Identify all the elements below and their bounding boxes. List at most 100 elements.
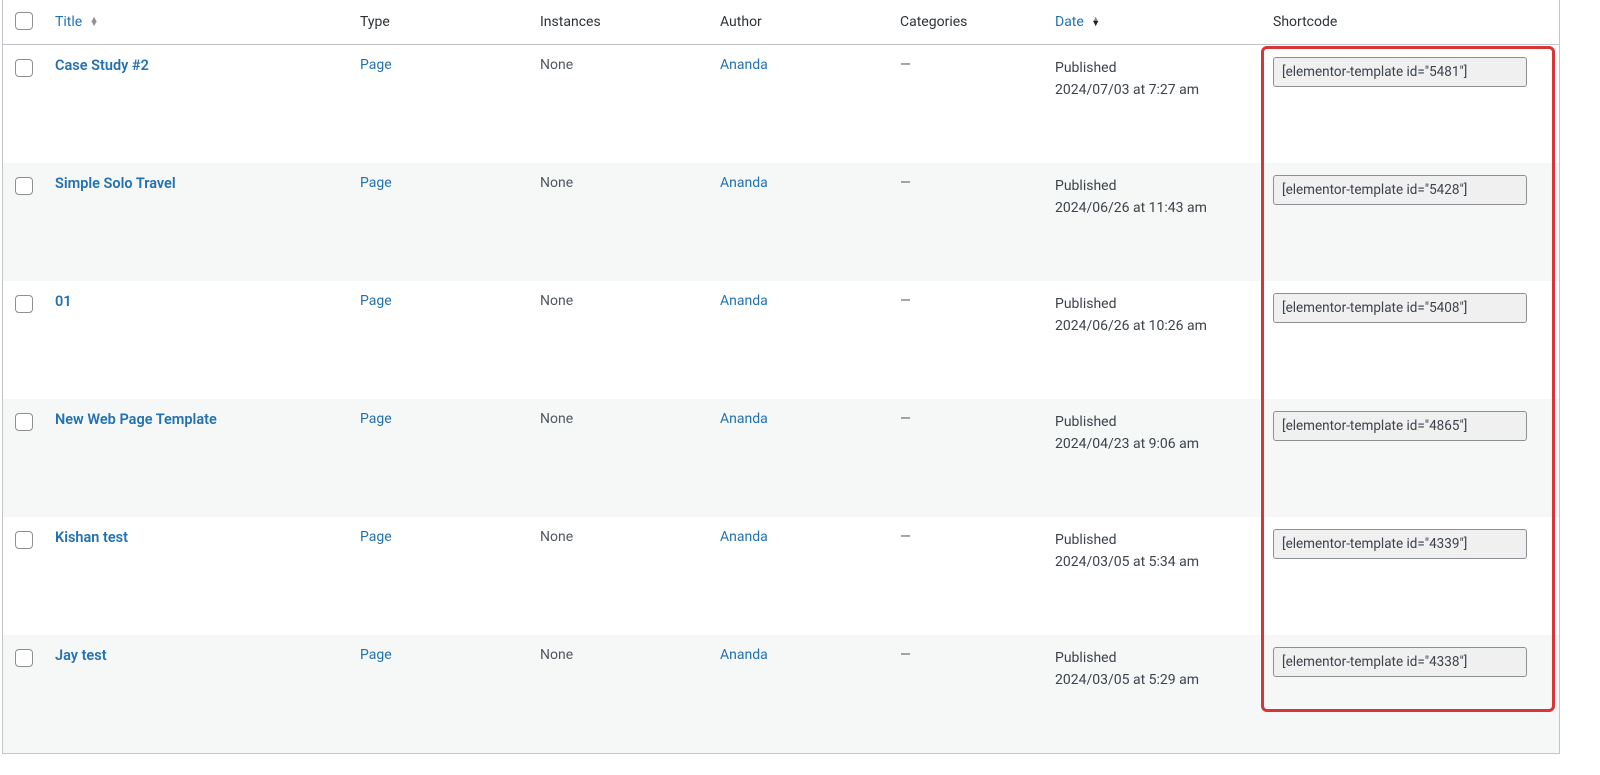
template-type-link[interactable]: Page [360, 411, 392, 427]
shortcode-input[interactable] [1273, 175, 1527, 205]
row-checkbox-cell [3, 45, 45, 163]
row-shortcode-cell [1263, 163, 1559, 281]
author-link[interactable]: Ananda [720, 411, 768, 427]
header-title[interactable]: Title ▲ ▼ [45, 0, 350, 45]
row-categories-cell: — [890, 399, 1045, 517]
author-link[interactable]: Ananda [720, 57, 768, 73]
date-value: 2024/03/05 at 5:29 am [1055, 669, 1253, 691]
template-type-link[interactable]: Page [360, 57, 392, 73]
row-instances-cell: None [530, 635, 710, 753]
row-shortcode-cell [1263, 281, 1559, 399]
table-row: New Web Page TemplatePageNoneAnanda—Publ… [3, 399, 1559, 517]
row-instances-cell: None [530, 163, 710, 281]
row-date-cell: Published2024/04/23 at 9:06 am [1045, 399, 1263, 517]
table-row: 01PageNoneAnanda—Published2024/06/26 at … [3, 281, 1559, 399]
template-type-link[interactable]: Page [360, 293, 392, 309]
header-date-label: Date [1055, 14, 1084, 30]
row-shortcode-cell [1263, 517, 1559, 635]
row-title-cell: 01 [45, 281, 350, 399]
header-author-label: Author [720, 14, 762, 30]
table-row: Kishan testPageNoneAnanda—Published2024/… [3, 517, 1559, 635]
header-instances: Instances [530, 0, 710, 45]
row-checkbox-cell [3, 517, 45, 635]
template-title-link[interactable]: 01 [55, 293, 72, 310]
template-title-link[interactable]: Kishan test [55, 529, 128, 546]
author-link[interactable]: Ananda [720, 293, 768, 309]
row-checkbox[interactable] [15, 59, 33, 77]
row-categories-cell: — [890, 45, 1045, 163]
row-type-cell: Page [350, 399, 530, 517]
sort-icon: ▲ ▼ [1091, 18, 1100, 27]
row-checkbox[interactable] [15, 649, 33, 667]
template-type-link[interactable]: Page [360, 647, 392, 663]
row-author-cell: Ananda [710, 399, 890, 517]
table-row: Jay testPageNoneAnanda—Published2024/03/… [3, 635, 1559, 753]
header-categories-label: Categories [900, 14, 967, 30]
header-instances-label: Instances [540, 14, 601, 30]
author-link[interactable]: Ananda [720, 647, 768, 663]
row-author-cell: Ananda [710, 163, 890, 281]
shortcode-input[interactable] [1273, 57, 1527, 87]
row-instances-cell: None [530, 399, 710, 517]
row-checkbox[interactable] [15, 177, 33, 195]
template-title-link[interactable]: Simple Solo Travel [55, 175, 176, 192]
template-title-link[interactable]: New Web Page Template [55, 411, 217, 428]
templates-table: Title ▲ ▼ Type Instances Author Categori… [3, 0, 1559, 753]
row-shortcode-cell [1263, 635, 1559, 753]
header-date[interactable]: Date ▲ ▼ [1045, 0, 1263, 45]
date-value: 2024/03/05 at 5:34 am [1055, 551, 1253, 573]
row-type-cell: Page [350, 281, 530, 399]
date-value: 2024/06/26 at 11:43 am [1055, 197, 1253, 219]
row-checkbox[interactable] [15, 295, 33, 313]
row-instances-cell: None [530, 281, 710, 399]
shortcode-input[interactable] [1273, 411, 1527, 441]
row-type-cell: Page [350, 635, 530, 753]
row-instances-cell: None [530, 517, 710, 635]
row-checkbox[interactable] [15, 413, 33, 431]
row-date-cell: Published2024/06/26 at 10:26 am [1045, 281, 1263, 399]
shortcode-input[interactable] [1273, 647, 1527, 677]
row-type-cell: Page [350, 163, 530, 281]
row-date-cell: Published2024/06/26 at 11:43 am [1045, 163, 1263, 281]
row-categories-cell: — [890, 635, 1045, 753]
author-link[interactable]: Ananda [720, 529, 768, 545]
row-title-cell: Simple Solo Travel [45, 163, 350, 281]
row-author-cell: Ananda [710, 635, 890, 753]
row-instances-cell: None [530, 45, 710, 163]
row-title-cell: Case Study #2 [45, 45, 350, 163]
date-status: Published [1055, 411, 1253, 433]
date-status: Published [1055, 529, 1253, 551]
shortcode-input[interactable] [1273, 293, 1527, 323]
header-author: Author [710, 0, 890, 45]
row-date-cell: Published2024/03/05 at 5:34 am [1045, 517, 1263, 635]
row-checkbox-cell [3, 399, 45, 517]
row-shortcode-cell [1263, 399, 1559, 517]
header-shortcode-label: Shortcode [1273, 14, 1337, 30]
date-value: 2024/07/03 at 7:27 am [1055, 79, 1253, 101]
date-status: Published [1055, 647, 1253, 669]
template-type-link[interactable]: Page [360, 529, 392, 545]
header-categories: Categories [890, 0, 1045, 45]
date-value: 2024/06/26 at 10:26 am [1055, 315, 1253, 337]
shortcode-input[interactable] [1273, 529, 1527, 559]
row-checkbox-cell [3, 635, 45, 753]
author-link[interactable]: Ananda [720, 175, 768, 191]
header-type: Type [350, 0, 530, 45]
table-row: Case Study #2 Page None Ananda —Published202… [3, 45, 1559, 163]
row-author-cell: Ananda [710, 517, 890, 635]
header-checkbox-cell [3, 0, 45, 45]
select-all-checkbox[interactable] [15, 12, 33, 30]
row-checkbox[interactable] [15, 531, 33, 549]
row-type-cell: Page [350, 517, 530, 635]
row-date-cell: Published2024/03/05 at 5:29 am [1045, 635, 1263, 753]
header-shortcode: Shortcode [1263, 0, 1559, 45]
template-title-link[interactable]: Jay test [55, 647, 107, 664]
date-status: Published [1055, 175, 1253, 197]
row-title-cell: New Web Page Template [45, 399, 350, 517]
template-title-link[interactable]: Case Study #2 [55, 57, 149, 74]
date-value: 2024/04/23 at 9:06 am [1055, 433, 1253, 455]
template-type-link[interactable]: Page [360, 175, 392, 191]
row-title-cell: Kishan test [45, 517, 350, 635]
row-date-cell: Published2024/07/03 at 7:27 am [1045, 45, 1263, 163]
header-title-label: Title [55, 14, 82, 30]
